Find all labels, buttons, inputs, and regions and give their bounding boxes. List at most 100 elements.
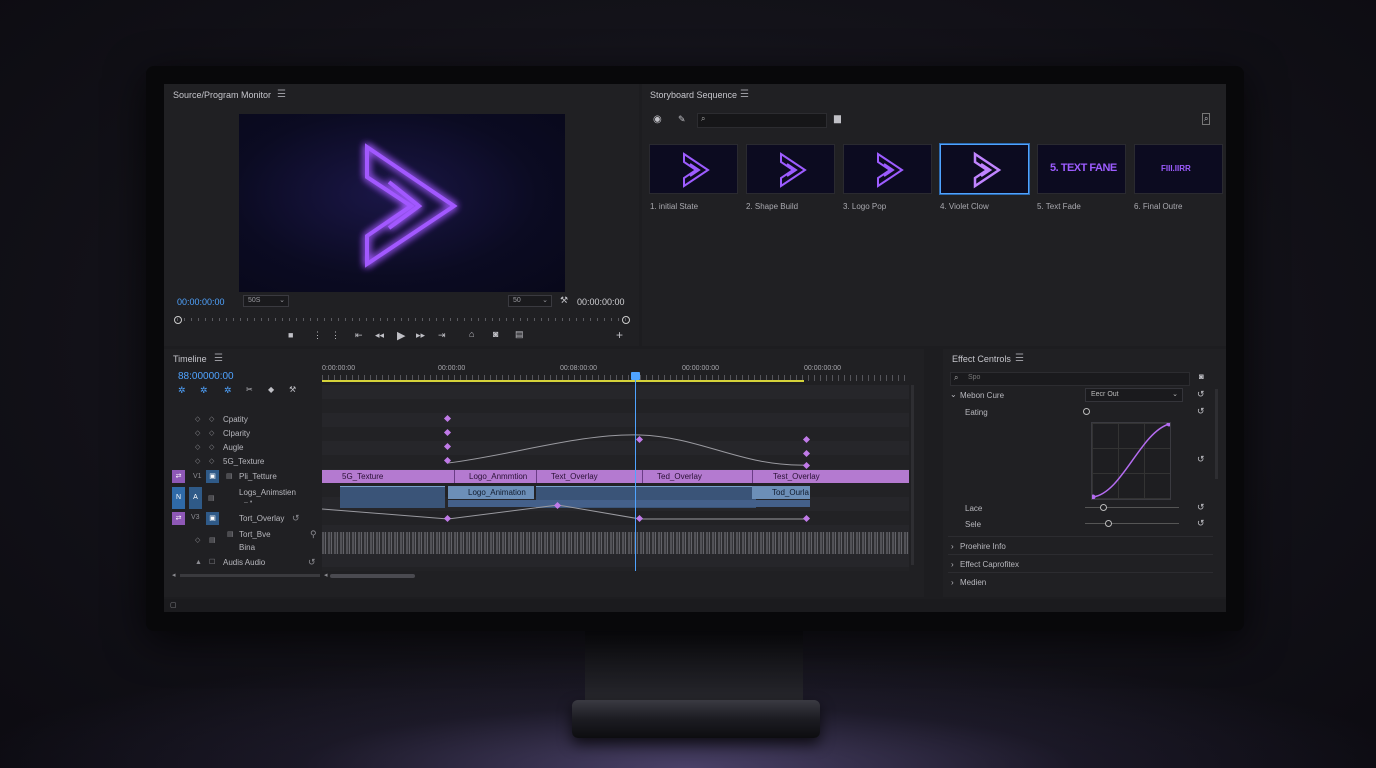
chevron-right-icon[interactable]: › [951,560,954,569]
panel-menu-icon[interactable]: ☰ [740,89,749,100]
section-effect-properties[interactable]: Effect Caprofitex [960,560,1019,569]
track-toggle-icon[interactable]: ⇄ [172,470,185,483]
zoom-out-icon[interactable]: ◂ [172,571,176,579]
reset-icon[interactable]: ↺ [1197,406,1205,417]
ripple-icon[interactable]: ✲ [224,385,232,396]
film-icon[interactable]: ▤ [226,472,233,480]
film-icon[interactable]: ▤ [208,494,215,502]
reset-icon[interactable]: ↺ [1197,389,1205,400]
timeline-v-scrollbar[interactable] [911,385,914,565]
mic-icon[interactable]: ⚲ [310,529,317,540]
camera-icon[interactable]: ◙ [493,329,498,339]
current-timecode[interactable]: 00:00:00:00 [177,297,225,307]
section-divider [948,536,1213,537]
monitor-scrubber[interactable] [177,318,626,321]
keyframe-toggle-icon[interactable]: ◇ [209,429,214,437]
easing-graph[interactable] [1090,421,1172,500]
playhead[interactable] [635,373,636,571]
track-toggle-icon[interactable]: ⇄ [172,512,185,525]
reset-icon[interactable]: ↺ [1197,454,1205,465]
track-sub-controls[interactable]: ‒ • [244,499,252,506]
keyframe-toggle-icon[interactable]: ◇ [209,457,214,465]
pen-icon[interactable]: ✎ [678,114,686,125]
sele-slider-knob[interactable] [1105,520,1112,527]
checkbox-icon[interactable]: ☐ [209,558,215,566]
section-properties-info[interactable]: Proehire Info [960,542,1006,551]
program-viewer[interactable] [239,114,565,292]
folder-icon[interactable]: ▆ [834,113,841,124]
panel-menu-icon[interactable]: ☰ [1015,353,1024,364]
snap-icon[interactable]: ✲ [178,385,186,396]
marker-icon[interactable]: ◆ [268,385,274,394]
reset-icon[interactable]: ↺ [1197,502,1205,513]
lock-icon[interactable]: ▲ [195,559,202,566]
razor-icon[interactable]: ✂ [246,385,253,394]
panel-menu-icon[interactable]: ☰ [214,353,223,364]
storyboard-frame-6[interactable]: FIII.IIRR [1134,144,1223,194]
track-sync-icon[interactable]: ▣ [206,512,219,525]
linked-selection-icon[interactable]: ✲ [200,385,208,396]
storyboard-frame-2[interactable] [746,144,835,194]
eye-icon[interactable]: ◉ [653,114,662,125]
keyframe-toggle-icon[interactable]: ◇ [209,443,214,451]
chevron-right-icon[interactable]: › [951,542,954,551]
lock-icon[interactable]: ◇ [195,536,200,544]
out-point-handle[interactable] [622,316,630,324]
zoom-select[interactable]: 50S ⌄ [243,295,289,307]
track-toggle-icon[interactable]: A [189,487,202,509]
timeline-h-scrollbar-left[interactable] [180,574,320,577]
chevron-right-icon[interactable]: › [951,578,954,587]
in-point-handle[interactable] [174,316,182,324]
keyframe-toggle-icon[interactable]: ◇ [209,415,214,423]
camera-icon[interactable]: ◙ [1199,372,1204,381]
track-name-logo: Logs_Animstien [239,488,296,497]
step-back-icon[interactable]: ◂◂ [375,330,384,341]
storyboard-search-field[interactable]: ⌕ [697,113,827,128]
storyboard-frame-4[interactable] [940,144,1029,194]
lock-icon[interactable]: ◇ [195,429,200,437]
mark-out-icon[interactable]: ⋮ [331,330,340,341]
section-motion[interactable]: Medien [960,578,986,587]
export-frame-icon[interactable]: ▤ [515,329,524,340]
reset-icon[interactable]: ↺ [308,557,316,568]
work-area-bar[interactable] [322,380,804,382]
wrench-icon[interactable]: ⚒ [560,295,568,306]
duration-timecode: 00:00:00:00 [577,297,625,307]
timeline-timecode[interactable]: 88:00000:00 [178,371,234,382]
reset-icon[interactable]: ↺ [1197,518,1205,529]
sele-slider[interactable] [1085,523,1179,524]
go-to-in-icon[interactable]: ⇤ [355,330,363,341]
go-to-out-icon[interactable]: ⇥ [438,330,446,341]
effects-search-field[interactable]: ⌕ Spo [950,372,1190,386]
step-forward-icon[interactable]: ▸▸ [416,330,425,341]
stop-icon[interactable]: ■ [288,330,293,340]
insert-icon[interactable]: ⌂ [469,329,474,339]
track-sync-icon[interactable]: ▣ [206,470,219,483]
resolution-select[interactable]: 50 ⌄ [508,295,552,307]
lock-icon[interactable]: ◇ [195,443,200,451]
status-icon[interactable]: ▢ [170,601,177,609]
panel-options-icon[interactable]: ⌕ [1202,113,1211,125]
easing-select[interactable]: Eecr Out ⌄ [1085,388,1183,402]
storyboard-frame-1[interactable] [649,144,738,194]
timeline-h-scrollbar[interactable] [330,574,415,578]
track-toggle-icon[interactable]: N [172,487,185,509]
mark-in-icon[interactable]: ⋮ [313,330,322,341]
playhead-handle[interactable] [631,372,640,380]
add-button-icon[interactable]: + [616,328,623,342]
lock-icon[interactable]: ◇ [195,415,200,423]
lock-icon[interactable]: ◇ [195,457,200,465]
scroll-handle-icon[interactable]: ◂ [324,571,328,579]
chevron-down-icon[interactable]: ⌄ [950,390,957,399]
effects-v-scrollbar[interactable] [1215,389,1218,479]
reset-icon[interactable]: ↺ [292,513,300,524]
play-icon[interactable]: ▶ [397,329,405,342]
storyboard-frame-3[interactable] [843,144,932,194]
easing-knob[interactable] [1083,408,1090,415]
film-icon[interactable]: ▤ [209,536,216,544]
storyboard-frame-5[interactable]: 5. TEXT FANE [1037,144,1126,194]
wrench-icon[interactable]: ⚒ [289,385,296,394]
film-icon[interactable]: ▤ [227,530,234,538]
lace-slider-knob[interactable] [1100,504,1107,511]
panel-menu-icon[interactable]: ☰ [277,89,286,100]
